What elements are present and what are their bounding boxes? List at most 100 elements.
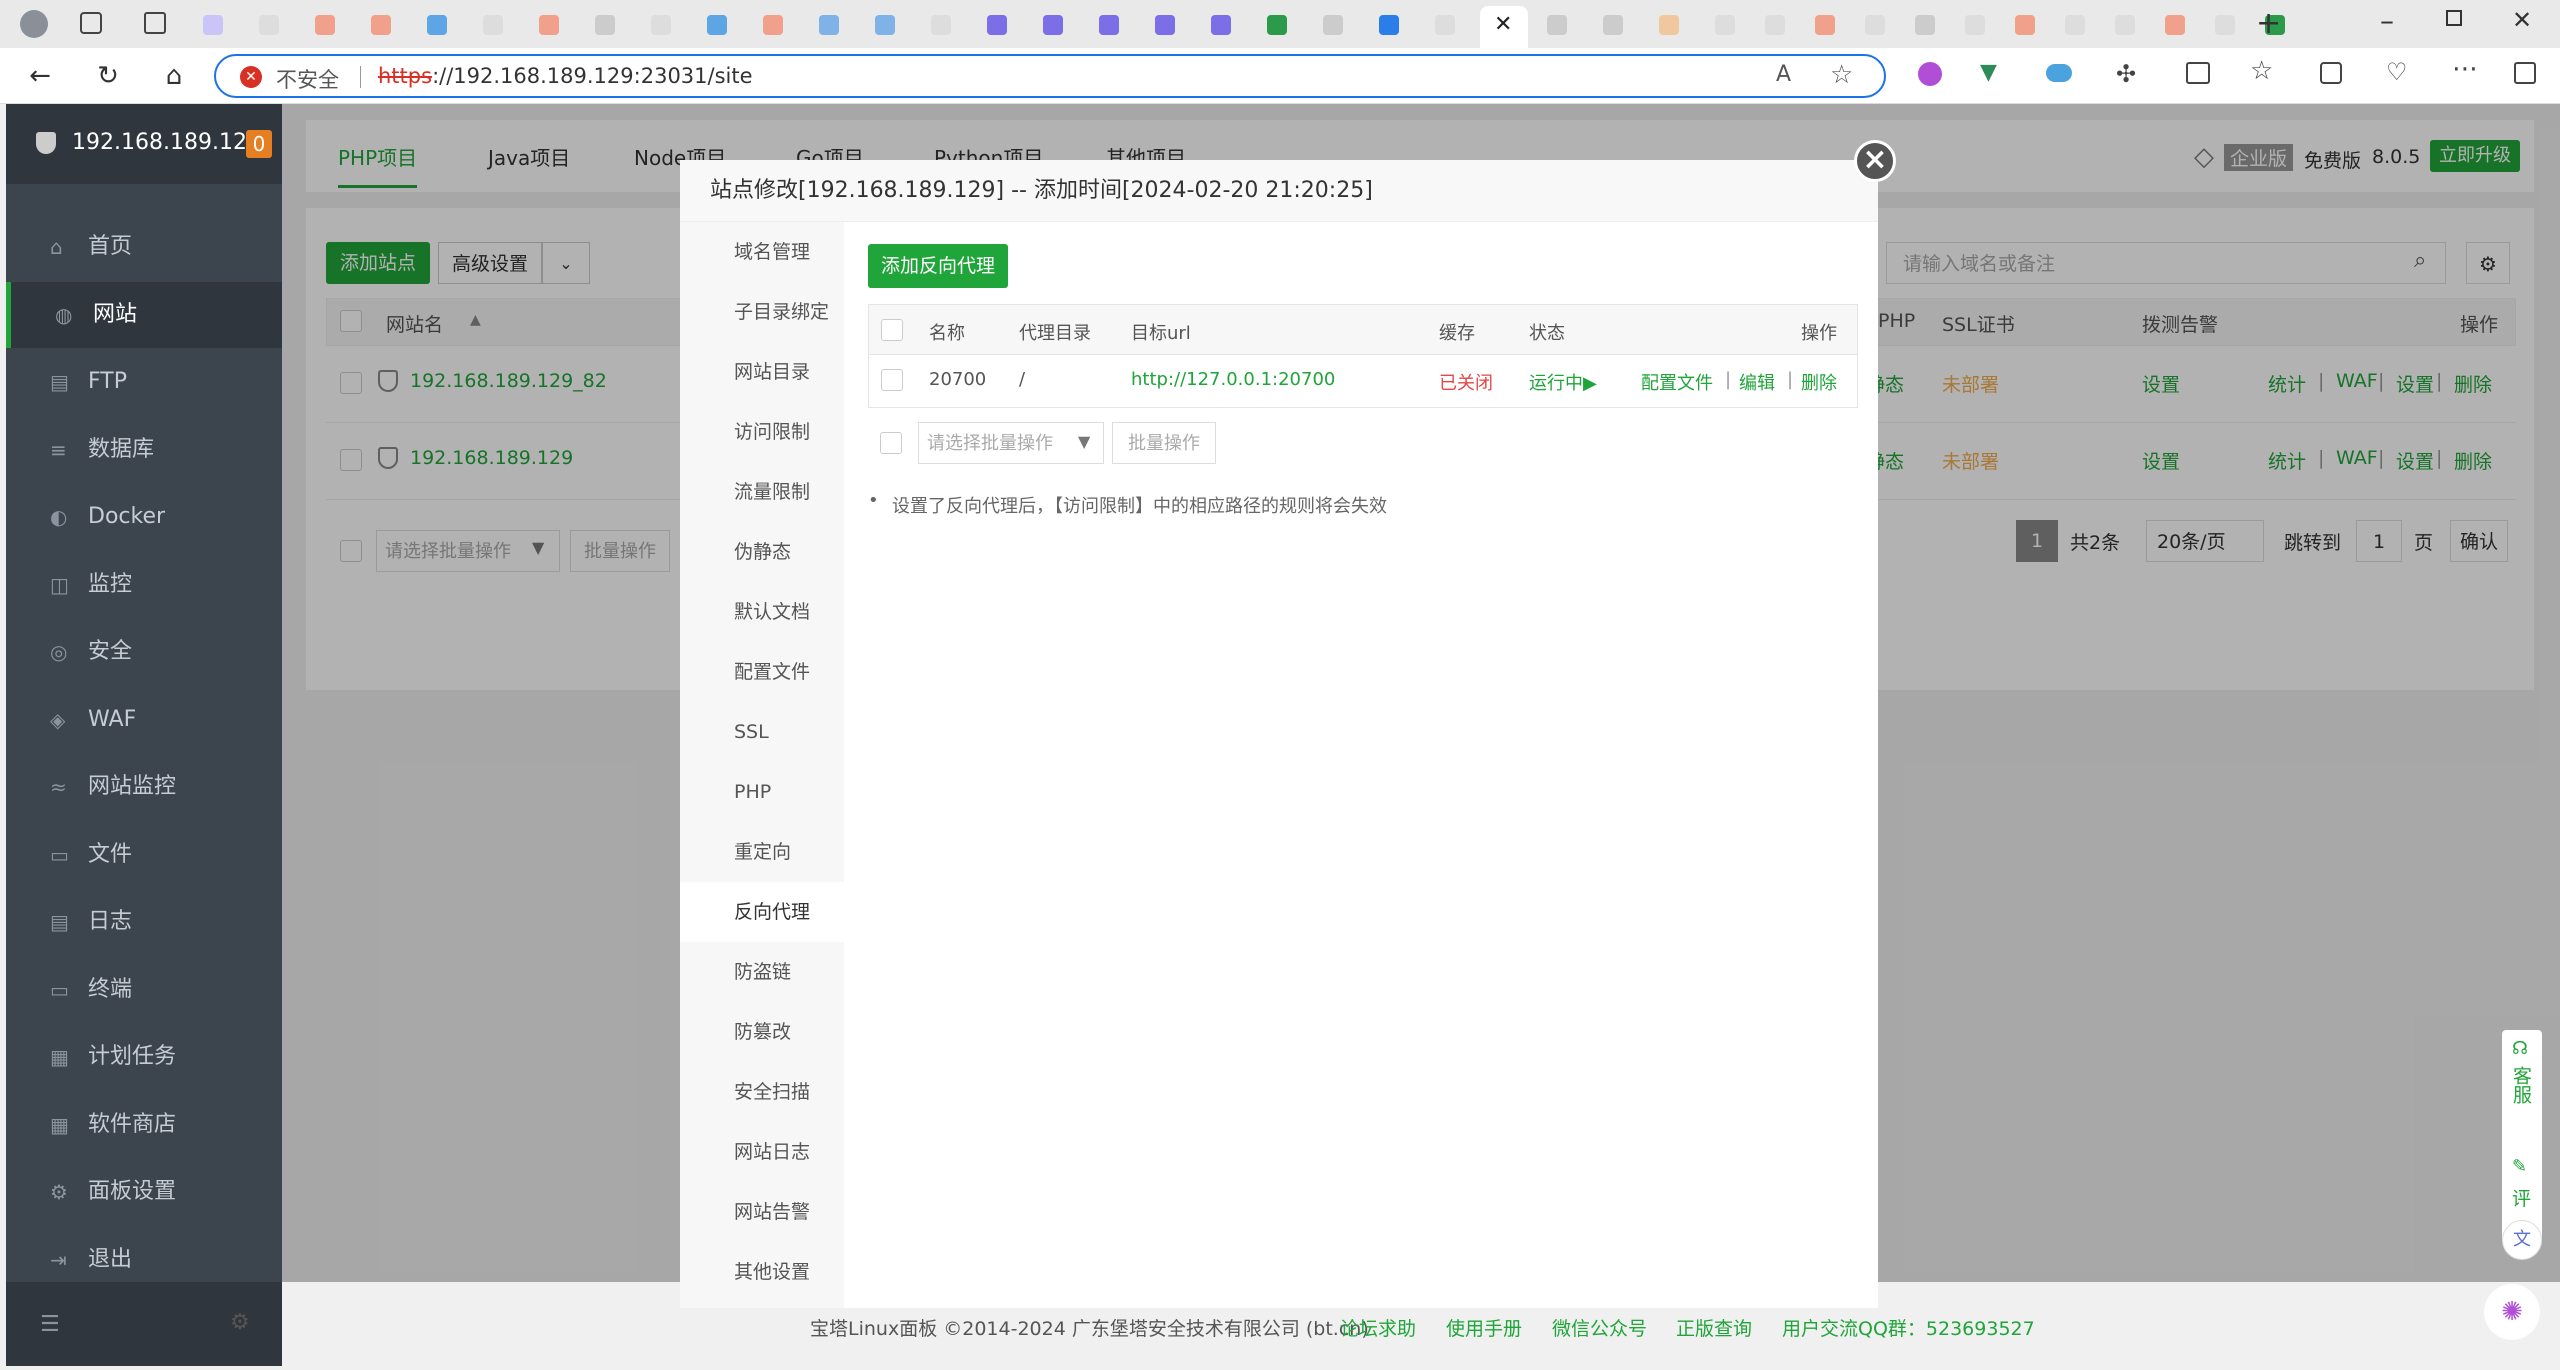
sidebar-item-2[interactable]: ▤ FTP [6, 349, 282, 415]
browser-tab[interactable] [1708, 8, 1742, 42]
modal-nav-item-16[interactable]: 网站告警 [680, 1182, 844, 1242]
browser-tab[interactable] [308, 8, 342, 42]
browser-tab[interactable] [1092, 8, 1126, 42]
browser-tab[interactable] [1596, 8, 1630, 42]
browser-tab[interactable] [1808, 8, 1842, 42]
collapse-menu-icon[interactable]: ☰ [40, 1312, 60, 1337]
proxy-edit-link[interactable]: 编辑 [1739, 369, 1775, 395]
sidebar-toggle-icon[interactable] [2514, 62, 2536, 84]
sidebar-item-8[interactable]: ≈ 网站监控 [6, 754, 282, 820]
modal-nav-item-11[interactable]: 反向代理 [680, 882, 844, 942]
proxy-config-file-link[interactable]: 配置文件 [1641, 369, 1713, 395]
sidebar-item-13[interactable]: ▦ 软件商店 [6, 1092, 282, 1158]
split-screen-icon[interactable] [2186, 62, 2210, 84]
review-button[interactable]: 评 [2512, 1184, 2531, 1211]
minimize-icon[interactable]: – [2380, 4, 2394, 37]
browser-tab[interactable] [1958, 8, 1992, 42]
proxy-run-status[interactable]: 运行中▶ [1529, 369, 1597, 395]
sidebar-item-0[interactable]: ⌂ 首页 [6, 214, 282, 280]
favorite-star-icon[interactable]: ☆ [1830, 60, 1853, 90]
reload-icon[interactable]: ↻ [92, 60, 124, 92]
browser-tab[interactable] [1428, 8, 1462, 42]
browser-tab[interactable] [2158, 8, 2192, 42]
browser-tab[interactable] [700, 8, 734, 42]
modal-nav-item-6[interactable]: 默认文档 [680, 582, 844, 642]
proxy-cache-status[interactable]: 已关闭 [1439, 369, 1493, 395]
modal-nav-item-9[interactable]: PHP [680, 762, 844, 822]
alert-count-badge[interactable]: 0 [246, 130, 272, 158]
close-window-icon[interactable]: ✕ [2512, 6, 2532, 34]
modal-nav-item-7[interactable]: 配置文件 [680, 642, 844, 702]
modal-nav-item-13[interactable]: 防篡改 [680, 1002, 844, 1062]
modal-nav-item-1[interactable]: 子目录绑定 [680, 282, 844, 342]
sidebar-item-1[interactable]: ◍ 网站 [6, 281, 282, 348]
more-menu-icon[interactable]: ⋯ [2452, 54, 2478, 84]
browser-tab[interactable] [420, 8, 454, 42]
browser-tab[interactable] [1204, 8, 1238, 42]
footer-link-forum[interactable]: 论坛求助 [1340, 1314, 1416, 1341]
edit-review-icon[interactable]: ✎ [2512, 1156, 2527, 1177]
modal-nav-item-3[interactable]: 访问限制 [680, 402, 844, 462]
modal-nav-item-4[interactable]: 流量限制 [680, 462, 844, 522]
profile-avatar-icon[interactable] [20, 10, 48, 38]
footer-link-wechat[interactable]: 微信公众号 [1552, 1314, 1647, 1341]
footer-qq-group[interactable]: 用户交流QQ群：523693527 [1782, 1314, 2035, 1341]
browser-tab[interactable] [1316, 8, 1350, 42]
theme-gear-icon[interactable]: ⚙ [230, 1310, 250, 1335]
modal-nav-item-5[interactable]: 伪静态 [680, 522, 844, 582]
browser-essentials-icon[interactable]: ♡ [2386, 58, 2408, 86]
modal-nav-item-0[interactable]: 域名管理 [680, 222, 844, 282]
add-reverse-proxy-button[interactable]: 添加反向代理 [868, 244, 1008, 288]
modal-nav-item-8[interactable]: SSL [680, 702, 844, 762]
sidebar-item-7[interactable]: ◈ WAF [6, 687, 282, 753]
extensions-puzzle-icon[interactable]: ✣ [2116, 60, 2136, 88]
browser-tab[interactable] [644, 8, 678, 42]
browser-tab[interactable] [364, 8, 398, 42]
proxy-select-all-checkbox[interactable] [881, 319, 903, 341]
browser-tab[interactable] [252, 8, 286, 42]
sidebar-item-10[interactable]: ▤ 日志 [6, 889, 282, 955]
active-tab[interactable]: ✕ [1480, 6, 1528, 48]
browser-tab[interactable] [924, 8, 958, 42]
footer-link-genuine[interactable]: 正版查询 [1676, 1314, 1752, 1341]
browser-tab[interactable] [1858, 8, 1892, 42]
browser-tab[interactable] [476, 8, 510, 42]
new-tab-icon[interactable]: + [2256, 6, 2281, 41]
read-aloud-icon[interactable]: A [1776, 62, 1791, 87]
translate-icon[interactable]: 文 [2502, 1220, 2542, 1260]
browser-tab[interactable] [1652, 8, 1686, 42]
browser-tab[interactable] [2208, 8, 2242, 42]
sidebar-item-5[interactable]: ◫ 监控 [6, 552, 282, 618]
browser-tab[interactable] [756, 8, 790, 42]
modal-nav-item-2[interactable]: 网站目录 [680, 342, 844, 402]
close-tab-icon[interactable]: ✕ [1494, 12, 1512, 37]
browser-tab[interactable] [812, 8, 846, 42]
proxy-batch-checkbox[interactable] [880, 432, 902, 454]
browser-tab[interactable] [1372, 8, 1406, 42]
modal-nav-item-10[interactable]: 重定向 [680, 822, 844, 882]
customer-service-button[interactable]: 客服 [2510, 1066, 2532, 1104]
browser-tab[interactable] [1908, 8, 1942, 42]
collections-icon[interactable] [2320, 62, 2342, 84]
browser-tab[interactable] [2008, 8, 2042, 42]
extension-brain-icon[interactable] [1918, 62, 1942, 86]
browser-tab[interactable] [868, 8, 902, 42]
browser-tab[interactable] [2058, 8, 2092, 42]
browser-tab[interactable] [2108, 8, 2142, 42]
modal-nav-item-15[interactable]: 网站日志 [680, 1122, 844, 1182]
modal-nav-item-17[interactable]: 其他设置 [680, 1242, 844, 1302]
home-browser-icon[interactable]: ⌂ [158, 60, 190, 92]
browser-tab[interactable] [588, 8, 622, 42]
proxy-row-checkbox[interactable] [881, 369, 903, 391]
browser-tab[interactable] [1540, 8, 1574, 42]
browser-tab[interactable] [196, 8, 230, 42]
browser-tab[interactable] [1148, 8, 1182, 42]
workspaces-icon[interactable] [80, 12, 102, 34]
proxy-delete-link[interactable]: 删除 [1801, 369, 1837, 395]
browser-tab[interactable] [1036, 8, 1070, 42]
favorites-icon[interactable]: ☆ [2250, 56, 2273, 86]
browser-tab[interactable] [532, 8, 566, 42]
modal-close-icon[interactable]: × [1854, 140, 1896, 182]
sidebar-item-14[interactable]: ⚙ 面板设置 [6, 1159, 282, 1225]
copilot-brain-icon[interactable]: ✺ [2484, 1284, 2540, 1340]
